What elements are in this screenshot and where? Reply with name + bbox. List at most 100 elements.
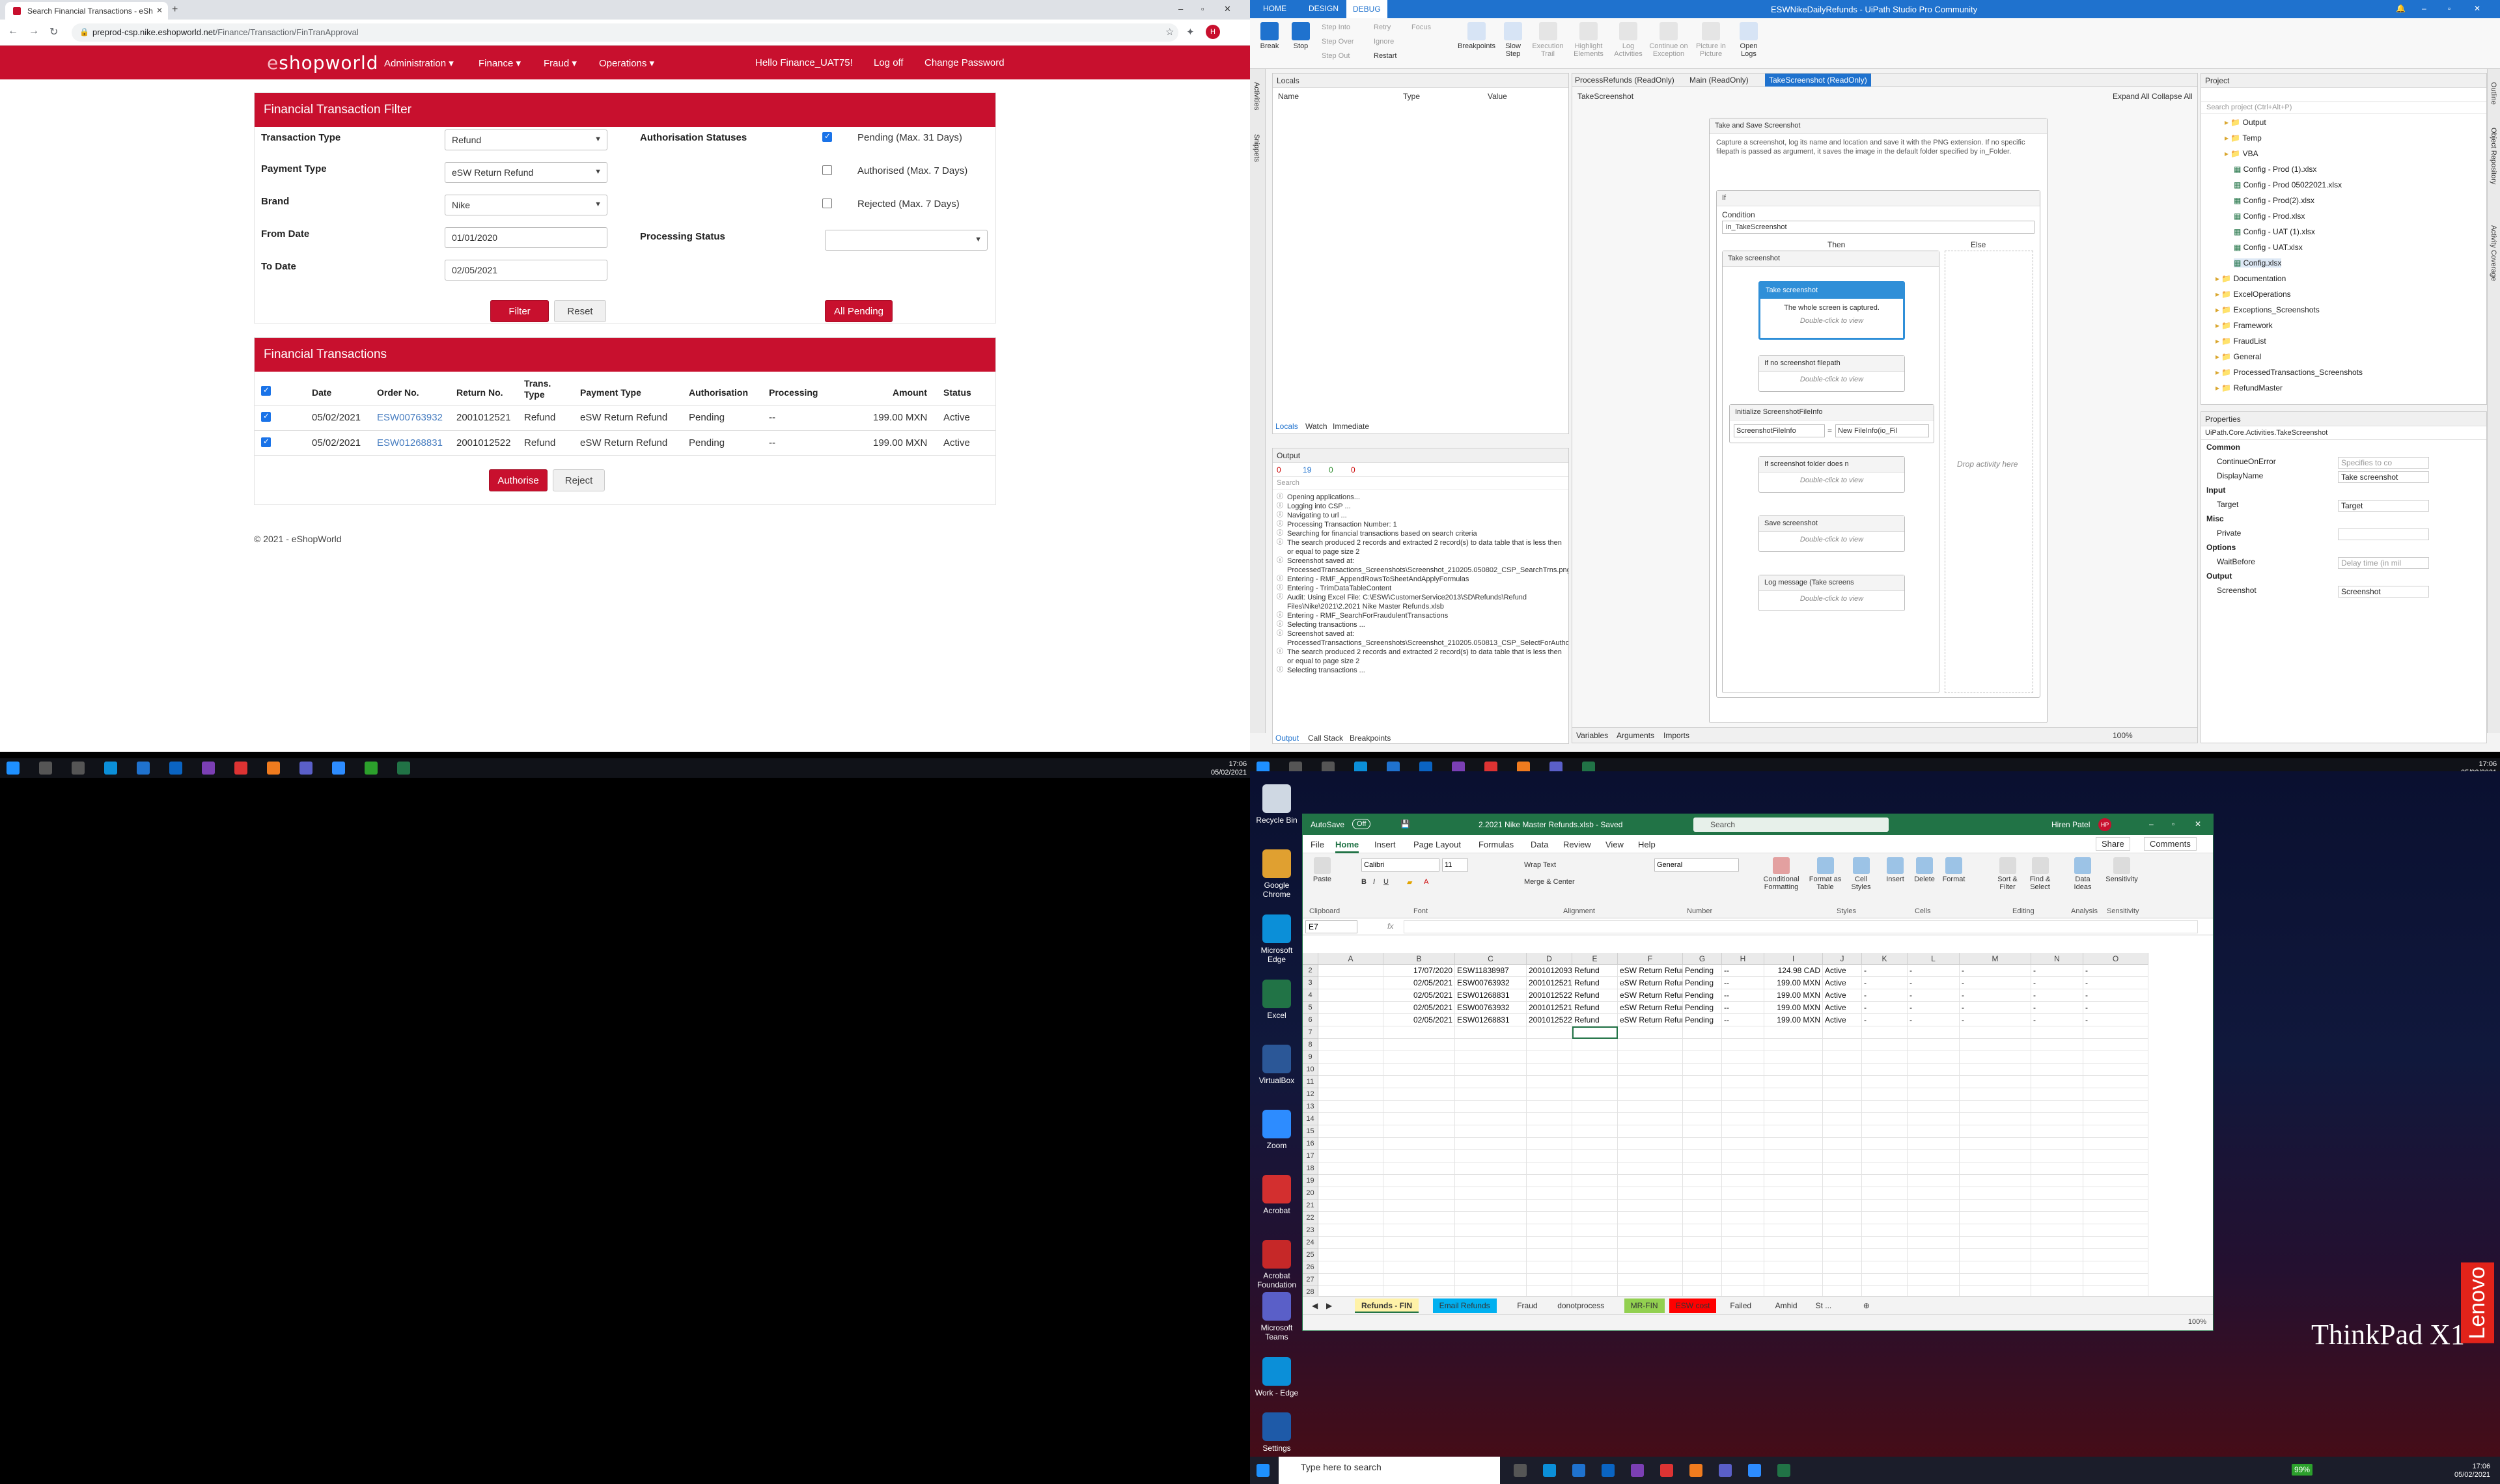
- visual-studio-icon[interactable]: [1631, 1464, 1644, 1477]
- grid-cell[interactable]: [1455, 1138, 1527, 1150]
- grid-cell[interactable]: [1318, 1076, 1383, 1088]
- grid-cell[interactable]: [2083, 1237, 2148, 1249]
- insert-cells-button[interactable]: Insert: [1882, 857, 1908, 883]
- grid-cell[interactable]: [1722, 1212, 1764, 1224]
- grid-cell[interactable]: [1318, 1014, 1383, 1026]
- grid-cell[interactable]: -: [2031, 989, 2083, 1002]
- grid-cell[interactable]: [1527, 1088, 1572, 1101]
- grid-cell[interactable]: [1960, 1200, 2031, 1212]
- grid-cell[interactable]: [1764, 1125, 1823, 1138]
- delete-cells-button[interactable]: Delete: [1911, 857, 1938, 883]
- grid-cell[interactable]: [1527, 1051, 1572, 1064]
- tab-page-layout[interactable]: Page Layout: [1413, 840, 1461, 849]
- grid-cell[interactable]: [1527, 1064, 1572, 1076]
- grid-cell[interactable]: Refund: [1572, 1014, 1618, 1026]
- grid-cell[interactable]: [1455, 1261, 1527, 1274]
- desktop-icon-acrobat-foundation[interactable]: Acrobat Foundation: [1254, 1240, 1299, 1289]
- zoom-icon[interactable]: [1748, 1464, 1761, 1477]
- grid-cell[interactable]: [1383, 1101, 1455, 1113]
- nav-finance[interactable]: Finance ▾: [479, 57, 521, 69]
- grid-cell[interactable]: Active: [1823, 1014, 1862, 1026]
- start-icon[interactable]: [1257, 1464, 1270, 1477]
- reset-button[interactable]: Reset: [554, 300, 606, 322]
- sensitivity-button[interactable]: Sensitivity: [2102, 857, 2141, 883]
- grid-cell[interactable]: [1383, 1088, 1455, 1101]
- grid-cell[interactable]: [1572, 1249, 1618, 1261]
- grid-cell[interactable]: [1722, 1113, 1764, 1125]
- grid-cell[interactable]: [1572, 1088, 1618, 1101]
- grid-cell[interactable]: [1318, 1162, 1383, 1175]
- grid-cell[interactable]: [1764, 1249, 1823, 1261]
- grid-cell[interactable]: [1960, 1224, 2031, 1237]
- grid-cell[interactable]: [1683, 1150, 1722, 1162]
- close-icon[interactable]: ✕: [2195, 819, 2201, 829]
- grid-cell[interactable]: [1722, 1051, 1764, 1064]
- grid-cell[interactable]: [1527, 1026, 1572, 1039]
- grid-cell[interactable]: [1908, 1175, 1960, 1187]
- tab-home[interactable]: Home: [1335, 840, 1359, 853]
- grid-cell[interactable]: [1618, 1200, 1683, 1212]
- clock-left[interactable]: 17:06 05/02/2021: [1211, 760, 1247, 777]
- grid-cell[interactable]: [1618, 1187, 1683, 1200]
- grid-cell[interactable]: [1527, 1187, 1572, 1200]
- excel-search[interactable]: Search: [1693, 818, 1889, 832]
- property-value-field[interactable]: Take screenshot: [2338, 471, 2429, 483]
- sheet-tab[interactable]: Email Refunds: [1432, 1298, 1497, 1313]
- grid-cell[interactable]: [2083, 1076, 2148, 1088]
- grid-cell[interactable]: [1683, 1274, 1722, 1286]
- grid-cell[interactable]: [1908, 1113, 1960, 1125]
- grid-cell[interactable]: [1455, 1064, 1527, 1076]
- grid-cell[interactable]: [1722, 1150, 1764, 1162]
- grid-cell[interactable]: 2001012521: [1527, 977, 1572, 989]
- object-repository-side-tab[interactable]: Object Repository: [2490, 128, 2497, 184]
- grid-cell[interactable]: [1527, 1200, 1572, 1212]
- grid-cell[interactable]: -: [2031, 965, 2083, 977]
- grid-cell[interactable]: [1683, 1261, 1722, 1274]
- grid-cell[interactable]: Active: [1823, 989, 1862, 1002]
- task-view-icon[interactable]: [72, 762, 85, 775]
- grid-cell[interactable]: [1823, 1088, 1862, 1101]
- grid-cell[interactable]: [2031, 1051, 2083, 1064]
- from-date-input[interactable]: 01/01/2020: [445, 227, 607, 248]
- all-pending-button[interactable]: All Pending: [825, 300, 893, 322]
- grid-cell[interactable]: [1908, 1249, 1960, 1261]
- grid-cell[interactable]: [1764, 1224, 1823, 1237]
- grid-cell[interactable]: [2031, 1274, 2083, 1286]
- grid-cell[interactable]: 124.98 CAD: [1764, 965, 1823, 977]
- grid-cell[interactable]: [1960, 1125, 2031, 1138]
- grid-cell[interactable]: [1722, 1261, 1764, 1274]
- desktop-icon-acrobat[interactable]: Acrobat: [1254, 1175, 1299, 1215]
- grid-cell[interactable]: [1823, 1237, 1862, 1249]
- grid-cell[interactable]: -: [1960, 1014, 2031, 1026]
- tab-home[interactable]: HOME: [1263, 4, 1286, 13]
- desktop-icon-edge[interactable]: Microsoft Edge: [1254, 914, 1299, 964]
- grid-cell[interactable]: [1960, 1212, 2031, 1224]
- grid-cell[interactable]: [1823, 1076, 1862, 1088]
- tab-locals[interactable]: Locals: [1275, 422, 1298, 431]
- grid-cell[interactable]: [1722, 1200, 1764, 1212]
- grid-cell[interactable]: [1318, 1101, 1383, 1113]
- brand-select[interactable]: Nike ▼: [445, 195, 607, 215]
- grid-cell[interactable]: [1722, 1026, 1764, 1039]
- outlook-icon[interactable]: [1602, 1464, 1615, 1477]
- grid-cell[interactable]: [1823, 1150, 1862, 1162]
- grid-cell[interactable]: [1683, 1064, 1722, 1076]
- save-screenshot-activity[interactable]: Save screenshot Double-click to view: [1758, 515, 1905, 552]
- column-header[interactable]: C: [1455, 953, 1527, 965]
- reload-icon[interactable]: ↻: [49, 25, 58, 38]
- desktop-icon-virtualbox[interactable]: VirtualBox: [1254, 1045, 1299, 1085]
- activity-coverage-side-tab[interactable]: Activity Coverage: [2490, 225, 2497, 281]
- grid-cell[interactable]: --: [1722, 1002, 1764, 1014]
- grid-cell[interactable]: [1527, 1212, 1572, 1224]
- column-header[interactable]: D: [1527, 953, 1572, 965]
- grid-cell[interactable]: [1383, 1125, 1455, 1138]
- grid-cell[interactable]: [1572, 1125, 1618, 1138]
- merge-center-button[interactable]: Merge & Center: [1524, 878, 1575, 886]
- row-header[interactable]: 7: [1303, 1026, 1318, 1039]
- if-no-filepath-activity[interactable]: If no screenshot filepath Double-click t…: [1758, 355, 1905, 392]
- grid-cell[interactable]: [1383, 1187, 1455, 1200]
- grid-cell[interactable]: [1618, 1237, 1683, 1249]
- project-tree-item[interactable]: ▸ 📁 Framework: [2215, 321, 2273, 330]
- tab-call-stack[interactable]: Call Stack: [1308, 734, 1343, 743]
- rejected-checkbox[interactable]: [822, 199, 832, 208]
